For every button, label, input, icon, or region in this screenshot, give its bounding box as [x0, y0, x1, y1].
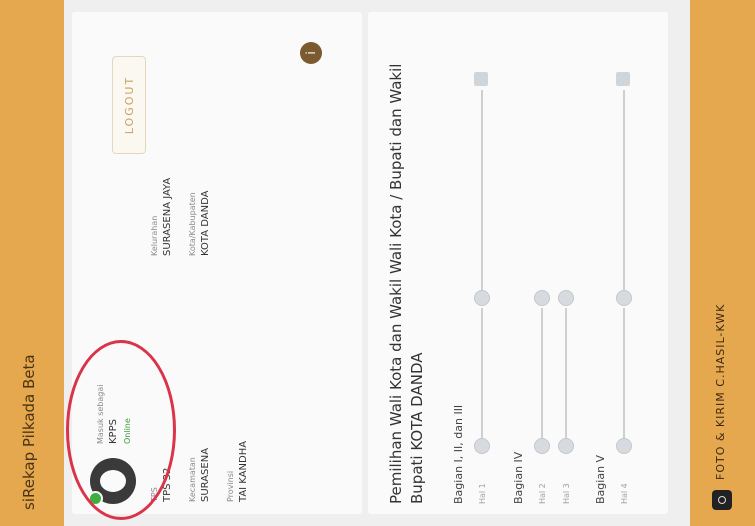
step-track — [623, 308, 625, 438]
phone-screen: siRekap Pilkada Beta Masuk sebagai KPPS … — [0, 0, 755, 526]
step-node[interactable] — [616, 438, 632, 454]
part-3-hal: Hal 4 — [620, 483, 629, 504]
step-track — [481, 308, 483, 438]
step-track — [565, 308, 567, 438]
step-track — [541, 308, 543, 438]
part-1-hal: Hal 1 — [478, 483, 487, 504]
part-1-label: Bagian I, II, dan III — [452, 404, 465, 504]
part-2-hal-a: Hal 2 — [538, 483, 547, 504]
app-bar: siRekap Pilkada Beta — [0, 0, 64, 526]
step-track — [481, 90, 483, 290]
kelurahan-value: SURASENA JAYA — [162, 177, 173, 256]
check-icon[interactable] — [616, 72, 630, 86]
step-track — [623, 90, 625, 290]
screen: siRekap Pilkada Beta Masuk sebagai KPPS … — [0, 0, 755, 526]
part-3-label: Bagian V — [594, 454, 607, 504]
step-node[interactable] — [474, 438, 490, 454]
kota-value: KOTA DANDA — [200, 190, 211, 256]
part-2-label: Bagian IV — [512, 451, 525, 504]
info-icon[interactable]: i — [300, 42, 322, 64]
logout-button[interactable]: LOGOUT — [112, 56, 146, 154]
annotation-circle — [66, 340, 176, 520]
step-node[interactable] — [534, 438, 550, 454]
check-icon[interactable] — [474, 72, 488, 86]
part-2-hal-b: Hal 3 — [562, 483, 571, 504]
provinsi-value: TAI KANDHA — [238, 440, 249, 502]
step-node[interactable] — [616, 290, 632, 306]
app-title: siRekap Pilkada Beta — [20, 354, 38, 510]
step-node[interactable] — [534, 290, 550, 306]
kelurahan-label: Kelurahan — [150, 215, 159, 256]
kota-label: Kota/Kabupaten — [188, 192, 197, 256]
step-node[interactable] — [558, 438, 574, 454]
election-heading: Pemilihan Wali Kota dan Wakil Wali Kota … — [387, 63, 426, 504]
bottom-action-label[interactable]: FOTO & KIRIM C.HASIL-KWK — [714, 304, 727, 480]
step-node[interactable] — [558, 290, 574, 306]
camera-icon[interactable] — [712, 490, 732, 510]
kecamatan-label: Kecamatan — [188, 457, 197, 502]
step-node[interactable] — [474, 290, 490, 306]
provinsi-label: Provinsi — [226, 470, 235, 502]
kecamatan-value: SURASENA — [200, 447, 211, 502]
